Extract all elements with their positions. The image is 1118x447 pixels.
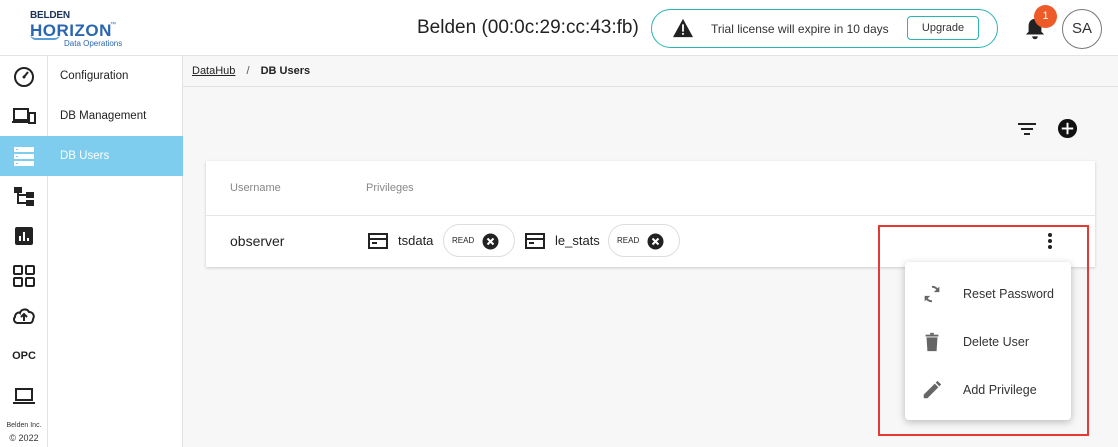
logo-swoosh: [30, 34, 60, 40]
remove-privilege-icon[interactable]: [482, 233, 499, 250]
privilege-database-name: tsdata: [398, 233, 434, 248]
logo-tagline: Data Operations: [64, 39, 123, 48]
license-message: Trial license will expire in 10 days: [711, 22, 889, 36]
kebab-dot: [1048, 239, 1052, 243]
database-icon: [368, 233, 388, 249]
kebab-dot: [1048, 245, 1052, 249]
copyright-company: Belden Inc.: [6, 422, 42, 429]
breadcrumb-separator: /: [246, 65, 250, 77]
pencil-icon: [923, 380, 942, 399]
license-banner: Trial license will expire in 10 days Upg…: [651, 9, 998, 48]
column-header-username: Username: [230, 182, 281, 194]
menu-item-delete-user[interactable]: Delete User: [905, 318, 1071, 366]
breadcrumb-bar: DataHub / DB Users: [183, 56, 1118, 87]
rail-cloud-upload[interactable]: [0, 296, 48, 336]
rail-dashboard[interactable]: [0, 56, 48, 96]
user-avatar[interactable]: SA: [1062, 9, 1102, 49]
username-cell: observer: [230, 233, 285, 249]
submenu-item-db-users[interactable]: DB Users: [48, 136, 183, 176]
rail-laptop[interactable]: [0, 376, 48, 416]
privilege-chip: READ: [443, 224, 515, 257]
logo-brand: BELDEN: [30, 10, 70, 21]
menu-item-label: Add Privilege: [963, 383, 1037, 397]
privilege-database-name: le_stats: [555, 233, 600, 248]
remove-privilege-icon[interactable]: [647, 233, 664, 250]
datahub-submenu: Configuration DB Management DB Users: [48, 56, 183, 447]
breadcrumb: DataHub / DB Users: [192, 65, 310, 77]
device-title: Belden (00:0c:29:cc:43:fb): [417, 17, 639, 38]
privilege-chip: READ: [608, 224, 680, 257]
submenu-item-configuration[interactable]: Configuration: [48, 56, 183, 96]
menu-item-add-privilege[interactable]: Add Privilege: [905, 366, 1071, 414]
kebab-dot: [1048, 233, 1052, 237]
copyright-year: © 2022: [9, 433, 39, 443]
rail-hierarchy[interactable]: [0, 176, 48, 216]
row-actions-kebab-icon[interactable]: [1042, 229, 1058, 253]
hierarchy-icon: [14, 187, 34, 206]
apps-grid-icon: [13, 265, 35, 287]
warning-icon: [673, 18, 693, 38]
refresh-icon: [924, 285, 940, 303]
menu-item-label: Delete User: [963, 335, 1029, 349]
analytics-icon: [15, 227, 33, 245]
notification-count-badge: 1: [1034, 5, 1057, 28]
row-divider: [206, 215, 1095, 216]
add-user-icon[interactable]: [1057, 118, 1078, 139]
dashboard-icon: [14, 67, 34, 87]
trash-icon: [925, 332, 939, 352]
devices-icon: [12, 108, 36, 124]
rail-devices[interactable]: [0, 96, 48, 136]
laptop-icon: [13, 388, 35, 404]
filter-icon[interactable]: [1016, 119, 1038, 139]
privilege-access-label: READ: [452, 236, 475, 245]
rail-db-users[interactable]: [0, 136, 48, 176]
cloud-upload-icon: [13, 308, 35, 324]
breadcrumb-current: DB Users: [260, 65, 311, 77]
rail-analytics[interactable]: [0, 216, 48, 256]
belden-horizon-logo[interactable]: BELDEN HORIZON ™ Data Operations: [28, 8, 128, 50]
database-icon: [525, 233, 545, 249]
privilege-access-label: READ: [617, 236, 640, 245]
copyright: Belden Inc. © 2022: [0, 420, 48, 444]
top-header: BELDEN HORIZON ™ Data Operations Belden …: [0, 0, 1118, 56]
db-users-table: Username Privileges observer tsdata READ…: [206, 161, 1095, 267]
menu-item-reset-password[interactable]: Reset Password: [905, 270, 1071, 318]
db-users-icon: [14, 147, 34, 166]
submenu-item-db-management[interactable]: DB Management: [48, 96, 183, 136]
icon-rail: OPC Belden Inc. © 2022: [0, 56, 48, 447]
row-actions-menu: Reset Password Delete User Add Privilege: [905, 262, 1071, 420]
breadcrumb-datahub-link[interactable]: DataHub: [192, 65, 235, 77]
rail-opc[interactable]: OPC: [0, 336, 48, 376]
menu-item-label: Reset Password: [963, 287, 1055, 301]
opc-icon: OPC: [12, 350, 36, 362]
logo-trademark: ™: [110, 22, 116, 28]
rail-apps[interactable]: [0, 256, 48, 296]
column-header-privileges: Privileges: [366, 182, 414, 194]
upgrade-button[interactable]: Upgrade: [907, 16, 979, 40]
